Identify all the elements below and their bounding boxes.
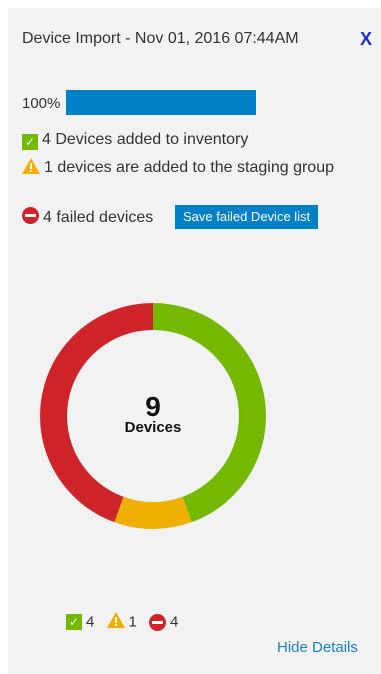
error-icon xyxy=(22,207,39,224)
status-added: ✓ 4 Devices added to inventory xyxy=(22,131,248,150)
device-count-label: Devices xyxy=(124,419,182,436)
progress-bar-fill xyxy=(66,90,256,115)
progress-percent: 100% xyxy=(22,95,61,112)
error-icon xyxy=(149,613,167,631)
legend-added-count: 4 xyxy=(86,613,95,631)
chart-legend: ✓ 4 1 4 xyxy=(66,612,186,631)
warning-icon xyxy=(106,612,125,628)
check-icon: ✓ xyxy=(22,134,38,150)
status-failed: 4 failed devices xyxy=(22,207,153,227)
close-button[interactable]: X xyxy=(360,29,372,50)
legend-staging-count: 1 xyxy=(128,613,137,631)
warning-icon xyxy=(22,158,40,174)
check-icon: ✓ xyxy=(66,614,82,631)
page-title: Device Import - Nov 01, 2016 07:44AM xyxy=(22,30,299,47)
status-staging-text: 1 devices are added to the staging group xyxy=(44,159,334,176)
legend-item-added: ✓ 4 xyxy=(66,613,94,631)
status-staging: 1 devices are added to the staging group xyxy=(22,156,342,180)
legend-item-failed: 4 xyxy=(149,613,178,631)
status-added-text: 4 Devices added to inventory xyxy=(42,131,249,148)
donut-center: 9 Devices xyxy=(40,303,266,529)
progress-bar xyxy=(66,90,256,115)
hide-details-link[interactable]: Hide Details xyxy=(277,639,358,656)
status-failed-text: 4 failed devices xyxy=(43,209,154,226)
save-failed-device-list-button[interactable]: Save failed Device list xyxy=(175,205,319,229)
legend-item-staging: 1 xyxy=(106,612,137,631)
legend-failed-count: 4 xyxy=(170,613,179,631)
